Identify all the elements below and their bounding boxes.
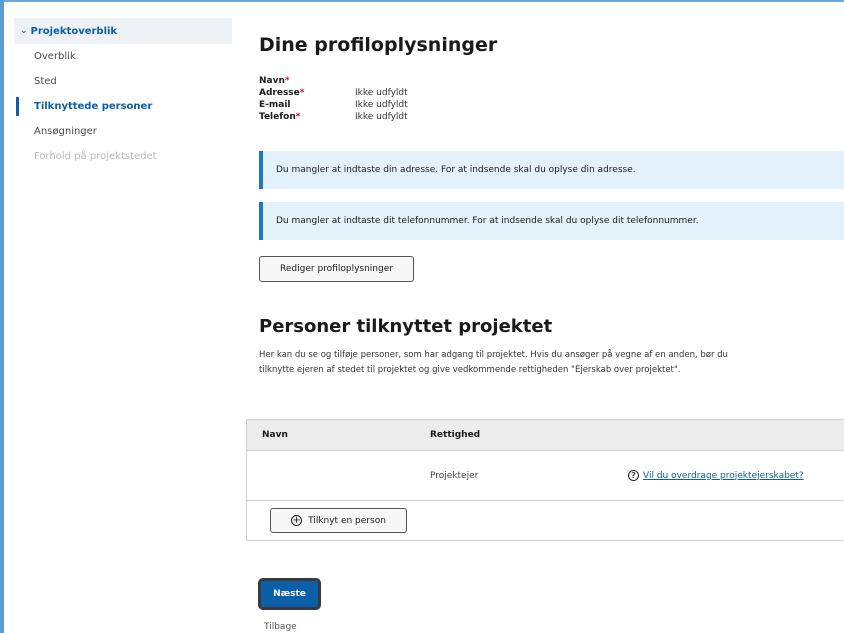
add-person-label: Tilknyt en person xyxy=(308,515,386,526)
plus-circle-icon: + xyxy=(291,514,303,526)
window-left-border xyxy=(0,0,4,633)
transfer-ownership: ? Vil du overdrage projektejerskabet? xyxy=(628,470,804,481)
edit-profile-button[interactable]: Rediger profiloplysninger xyxy=(259,256,414,282)
add-person-button[interactable]: + Tilknyt en person xyxy=(270,508,407,533)
field-value: Ikke udfyldt xyxy=(355,100,408,110)
cell-right: Projektejer xyxy=(430,470,479,481)
help-icon: ? xyxy=(628,470,639,481)
column-header-navn: Navn xyxy=(262,430,288,440)
sidebar-item-ansoegninger[interactable]: Ansøgninger xyxy=(14,119,232,144)
window-top-border xyxy=(0,0,844,2)
sidebar-header[interactable]: ⌄ Projektoverblik xyxy=(14,18,232,44)
next-button[interactable]: Næste xyxy=(258,578,321,610)
required-marker: * xyxy=(299,88,305,98)
field-label: Telefon xyxy=(259,112,296,122)
sidebar-item-forhold: Forhold på projektstedet xyxy=(34,151,157,162)
profile-field-telefon: Telefon* Ikke udfyldt xyxy=(259,111,408,123)
persons-title: Personer tilknyttet projektet xyxy=(259,316,553,337)
profile-field-adresse: Adresse* Ikke udfyldt xyxy=(259,87,408,99)
field-value: Ikke udfyldt xyxy=(355,88,408,98)
field-label: E-mail xyxy=(259,100,291,110)
field-label: Navn xyxy=(259,76,285,86)
required-marker: * xyxy=(284,76,290,86)
sidebar-item-sted[interactable]: Sted xyxy=(14,69,232,94)
profile-info: Navn* Adresse* Ikke udfyldt E-mail Ikke … xyxy=(259,75,408,123)
address-missing-alert: Du mangler at indtaste din adresse. For … xyxy=(259,151,844,189)
profile-field-email: E-mail Ikke udfyldt xyxy=(259,99,408,111)
field-label: Adresse xyxy=(259,88,300,98)
profile-field-navn: Navn* xyxy=(259,75,408,87)
table-row: Projektejer ? Vil du overdrage projektej… xyxy=(247,451,844,501)
sidebar-nav: ⌄ Projektoverblik Overblik Sted Tilknytt… xyxy=(14,18,232,169)
column-header-rettighed: Rettighed xyxy=(430,430,481,440)
profile-title: Dine profiloplysninger xyxy=(259,34,498,56)
phone-missing-alert: Du mangler at indtaste dit telefonnummer… xyxy=(259,202,844,240)
transfer-ownership-link[interactable]: Vil du overdrage projektejerskabet? xyxy=(643,471,804,481)
table-header: Navn Rettighed xyxy=(247,420,844,451)
sidebar-item-tilknyttede-personer[interactable]: Tilknyttede personer xyxy=(14,94,232,119)
field-value: Ikke udfyldt xyxy=(355,112,408,122)
required-marker: * xyxy=(295,112,301,122)
back-link[interactable]: Tilbage xyxy=(264,622,297,632)
sidebar-header-label: Projektoverblik xyxy=(30,25,118,37)
chevron-down-icon: ⌄ xyxy=(20,26,28,36)
persons-description: Her kan du se og tilføje personer, som h… xyxy=(259,350,728,375)
sidebar-item-overblik[interactable]: Overblik xyxy=(14,44,232,69)
